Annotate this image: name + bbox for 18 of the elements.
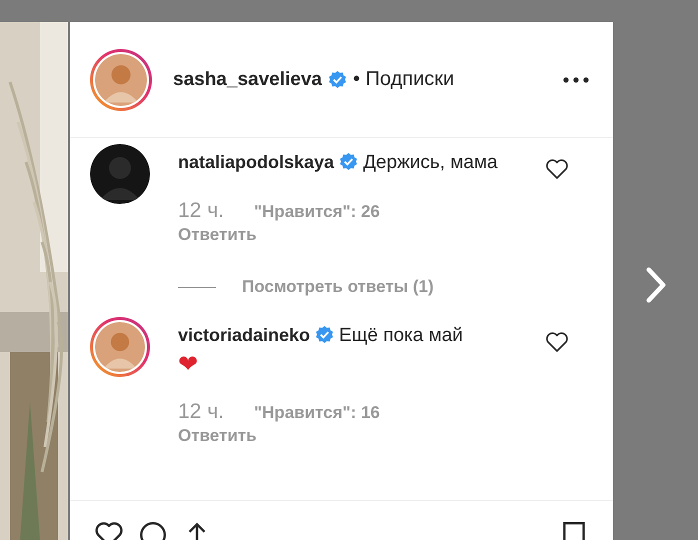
likes-count[interactable]: "Нравится": 26 [254, 202, 380, 222]
reply-button[interactable]: Ответить [178, 225, 257, 245]
comment-time[interactable]: 12 ч. [178, 400, 224, 424]
avatar[interactable] [90, 144, 150, 204]
like-heart-icon[interactable] [545, 331, 569, 353]
view-replies-button[interactable]: Посмотреть ответы (1) [242, 277, 434, 297]
heart-emoji: ❤ [178, 350, 198, 378]
comment-text: Держись, мама [363, 152, 498, 173]
comment-text: Ещё пока май [339, 325, 463, 346]
comment-time[interactable]: 12 ч. [178, 199, 224, 223]
username[interactable]: sasha_savelieva [173, 68, 322, 90]
username[interactable]: nataliapodolskaya [178, 152, 334, 172]
likes-count[interactable]: "Нравится": 16 [254, 403, 380, 423]
more-options-icon[interactable] [563, 76, 589, 82]
reply-button[interactable]: Ответить [178, 426, 257, 446]
like-heart-icon[interactable] [545, 158, 569, 180]
username[interactable]: victoriadaineko [178, 325, 310, 345]
following-link[interactable]: • Подписки [352, 68, 454, 91]
